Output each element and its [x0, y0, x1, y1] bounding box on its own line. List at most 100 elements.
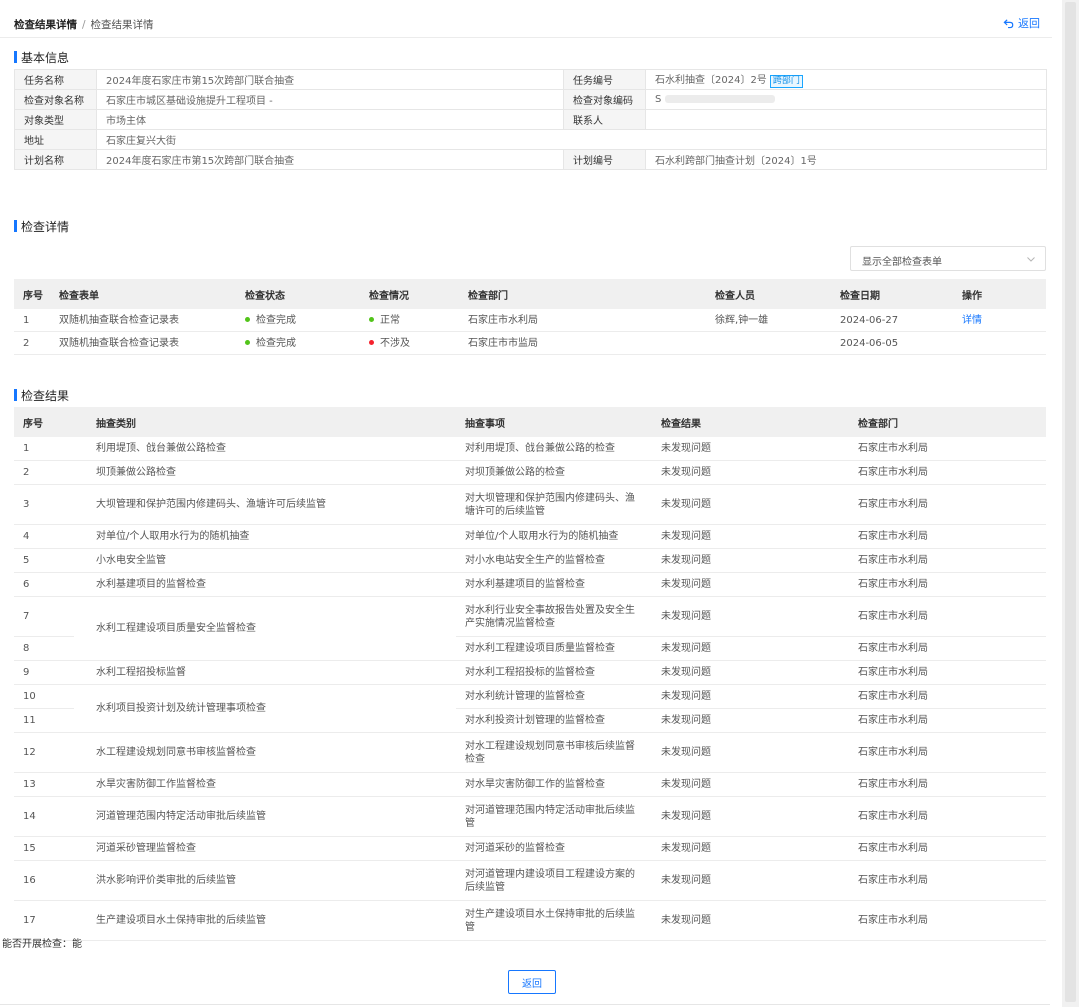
table-row: 3 大坝管理和保护范围内修建码头、渔塘许可后续监管 对大坝管理和保护范围内修建码头、…	[14, 484, 1046, 525]
table-row: 15 河道采砂管理监督检查 对河道采砂的监督检查 未发现问题 石家庄市水利局	[14, 836, 1046, 861]
info-row: 任务名称 2024年度石家庄市第15次跨部门联合抽查 任务编号 石水利抽查〔20…	[14, 69, 1047, 90]
task-no-cell: 石水利抽查〔2024〕2号 跨部门	[645, 69, 1047, 90]
status-dot	[245, 316, 250, 322]
form-filter-select[interactable]: 显示全部检查表单	[850, 246, 1046, 271]
dept: 石家庄市水利局	[849, 684, 1046, 709]
table-row: 14 河道管理范围内特定活动审批后续监管 对河道管理范围内特定活动审批后续监管 未发现…	[14, 796, 1046, 837]
category: 水工程建设规划同意书审核监督检查	[74, 732, 456, 773]
section-result-label: 检查结果	[21, 389, 70, 403]
item: 对水利投资计划管理的监督检查	[456, 708, 652, 733]
form-name: 双随机抽查联合检查记录表	[50, 331, 236, 355]
item: 对生产建设项目水土保持审批的后续监管	[456, 900, 652, 941]
dept: 石家庄市水利局	[849, 660, 1046, 685]
plan-no-label: 计划编号	[563, 149, 646, 170]
status-text: 检查完成	[256, 314, 296, 326]
row-no: 11	[14, 708, 74, 733]
task-name-label: 任务名称	[14, 69, 97, 90]
result: 未发现问题	[652, 660, 849, 685]
section-result-title: 检查结果	[14, 387, 69, 404]
inspect-date: 2024-06-27	[831, 309, 953, 332]
result: 未发现问题	[652, 860, 849, 901]
category: 河道管理范围内特定活动审批后续监管	[74, 796, 456, 837]
item: 对河道管理范围内特定活动审批后续监管	[456, 796, 652, 837]
header-back-button[interactable]: 返回	[1003, 15, 1040, 31]
row-no: 5	[14, 548, 74, 573]
header-form: 检查表单	[50, 279, 236, 309]
vertical-scrollbar[interactable]	[1062, 0, 1079, 1007]
dept: 石家庄市水利局	[849, 460, 1046, 485]
form-name: 双随机抽查联合检查记录表	[50, 309, 236, 332]
header-dept: 检查部门	[459, 279, 706, 309]
row-no: 2	[14, 460, 74, 485]
op-cell: 详情	[953, 309, 1046, 332]
result: 未发现问题	[652, 796, 849, 837]
result: 未发现问题	[652, 548, 849, 573]
table-row: 10 水利项目投资计划及统计管理事项检查 对水利统计管理的监督检查 未发现问题 石家庄市…	[14, 684, 1046, 733]
item: 对水旱灾害防御工作的监督检查	[456, 772, 652, 797]
plan-name-value: 2024年度石家庄市第15次跨部门联合抽查	[96, 149, 564, 170]
section-basic-info-label: 基本信息	[21, 51, 70, 65]
task-no-value: 石水利抽查〔2024〕2号	[655, 75, 767, 86]
inspectors	[706, 331, 831, 355]
category: 对单位/个人取用水行为的随机抽查	[74, 524, 456, 549]
dept: 石家庄市水利局	[849, 900, 1046, 941]
can-inspect-text: 能否开展检查：能	[2, 939, 82, 950]
row-no: 8	[14, 636, 74, 661]
cross-department-tag: 跨部门	[769, 75, 803, 88]
category: 生产建设项目水土保持审批的后续监管	[74, 900, 456, 941]
dept: 石家庄市水利局	[849, 524, 1046, 549]
section-marker	[14, 220, 17, 232]
header-back-label: 返回	[1018, 17, 1040, 30]
header-status: 检查状态	[236, 279, 360, 309]
result: 未发现问题	[652, 684, 849, 709]
table-header-row: 序号 抽查类别 抽查事项 检查结果 检查部门	[14, 407, 1046, 437]
row-no: 1	[14, 437, 74, 461]
header-category: 抽查类别	[74, 407, 456, 437]
table-row: 7 水利工程建设项目质量安全监督检查 对水利行业安全事故报告处置及安全生产实施情况监…	[14, 596, 1046, 661]
section-basic-info-title: 基本信息	[14, 49, 69, 66]
header-date: 检查日期	[831, 279, 953, 309]
breadcrumb-item-current: 检查结果详情	[90, 19, 154, 31]
object-code-value: S	[655, 94, 662, 105]
header-dept: 检查部门	[849, 407, 1046, 437]
inspectors: 徐辉,钟一雄	[706, 309, 831, 332]
item: 对水利基建项目的监督检查	[456, 572, 652, 597]
inspection-result-table: 序号 抽查类别 抽查事项 检查结果 检查部门 1 利用堤顶、戗台兼做公路检查 对利用堤顶、戗…	[14, 407, 1046, 941]
dept: 石家庄市水利局	[849, 708, 1046, 733]
situation-cell: 正常	[360, 309, 459, 332]
table-row: 9 水利工程招投标监督 对水利工程招投标的监督检查 未发现问题 石家庄市水利局	[14, 660, 1046, 685]
table-row: 2 坝顶兼做公路检查 对坝顶兼做公路的检查 未发现问题 石家庄市水利局	[14, 460, 1046, 485]
table-row: 5 小水电安全监管 对小水电站安全生产的监督检查 未发现问题 石家庄市水利局	[14, 548, 1046, 573]
item: 对河道管理内建设项目工程建设方案的后续监管	[456, 860, 652, 901]
object-code-label: 检查对象编码	[563, 89, 646, 110]
address-label: 地址	[14, 129, 97, 150]
op-cell	[953, 331, 1046, 355]
return-button[interactable]: 返回	[508, 970, 556, 994]
header-item: 抽查事项	[456, 407, 652, 437]
detail-link[interactable]: 详情	[962, 315, 982, 326]
table-row: 2 双随机抽查联合检查记录表 检查完成 不涉及 石家庄市市监局 2024-06-05	[14, 331, 1046, 355]
row-no: 10	[14, 684, 74, 709]
address-value: 石家庄复兴大街	[96, 129, 1047, 150]
category: 利用堤顶、戗台兼做公路检查	[74, 437, 456, 461]
category: 水利项目投资计划及统计管理事项检查	[74, 684, 456, 733]
situation-dot	[369, 316, 374, 322]
category: 坝顶兼做公路检查	[74, 460, 456, 485]
table-row: 6 水利基建项目的监督检查 对水利基建项目的监督检查 未发现问题 石家庄市水利局	[14, 572, 1046, 597]
category: 小水电安全监管	[74, 548, 456, 573]
category: 水利基建项目的监督检查	[74, 572, 456, 597]
row-no: 2	[14, 331, 50, 355]
object-type-value: 市场主体	[96, 109, 564, 130]
header-op: 操作	[953, 279, 1046, 309]
table-row: 1 利用堤顶、戗台兼做公路检查 对利用堤顶、戗台兼做公路的检查 未发现问题 石家庄市水利…	[14, 437, 1046, 461]
result: 未发现问题	[652, 524, 849, 549]
result: 未发现问题	[652, 836, 849, 861]
breadcrumb-item-parent[interactable]: 检查结果详情	[14, 19, 77, 31]
object-name-value: 石家庄市城区基础设施提升工程项目 -	[96, 89, 564, 110]
category: 大坝管理和保护范围内修建码头、渔塘许可后续监管	[74, 484, 456, 525]
page: 检查结果详情 / 检查结果详情 返回 基本信息 任务名称 2024年度石家庄市第15…	[0, 0, 1062, 1007]
scrollbar-thumb[interactable]	[1065, 2, 1076, 1002]
breadcrumb: 检查结果详情 / 检查结果详情	[14, 17, 154, 32]
inspect-date: 2024-06-05	[831, 331, 953, 355]
dept: 石家庄市水利局	[849, 572, 1046, 597]
